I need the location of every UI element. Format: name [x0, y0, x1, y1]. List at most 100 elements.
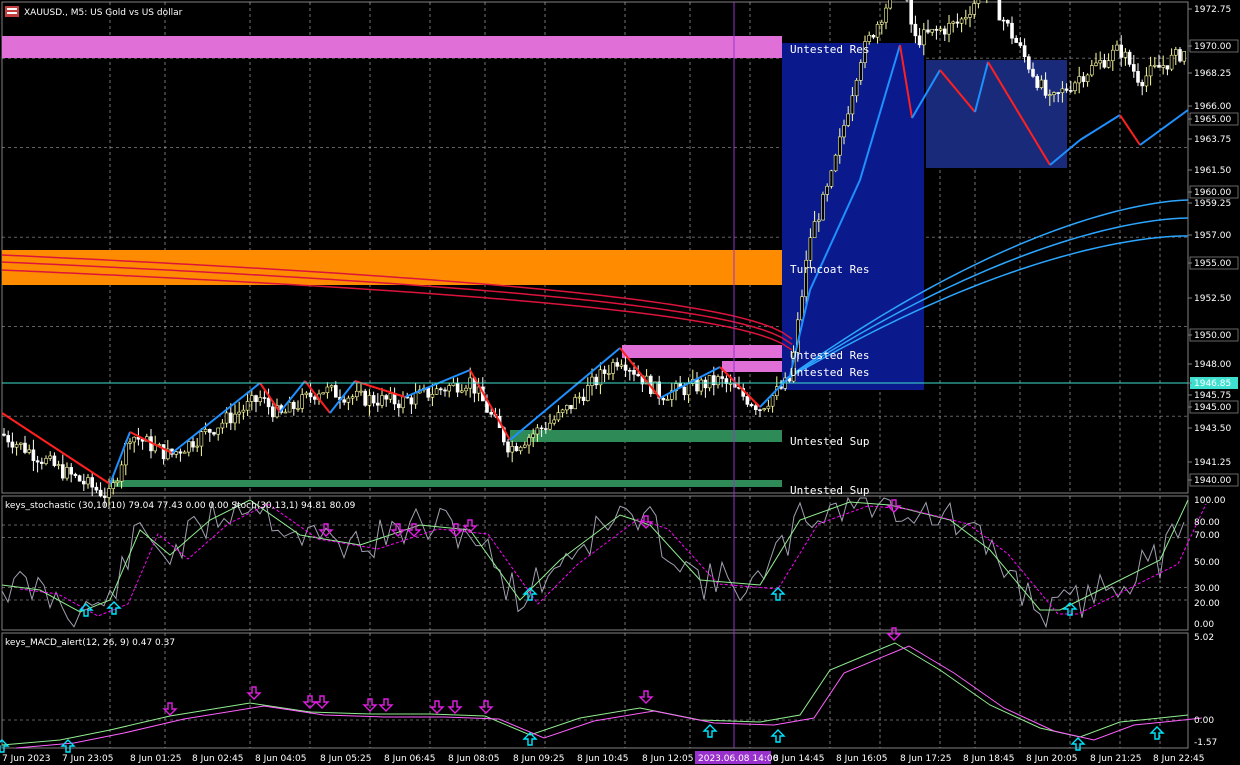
price-axis-label: 1957.00: [1194, 231, 1231, 241]
candle-body: [90, 477, 94, 488]
candle-body: [199, 431, 204, 447]
candle-body: [237, 411, 241, 415]
candle-body: [216, 427, 220, 435]
candle-body: [581, 396, 586, 401]
candle-body: [955, 21, 960, 24]
candle-body: [35, 460, 40, 463]
candle-body: [31, 449, 36, 461]
candle-body: [1090, 65, 1094, 76]
price-axis-label: 1966.00: [1194, 102, 1231, 112]
zigzag-segment: [759, 375, 791, 408]
candle-body: [921, 29, 926, 46]
candle-body: [1144, 75, 1149, 87]
candle-body: [963, 17, 968, 20]
candle-body: [325, 386, 330, 394]
sr-zone: [622, 345, 782, 358]
candle-body: [707, 375, 712, 389]
arrow-down-icon: [447, 700, 463, 714]
candle-body: [1161, 65, 1165, 68]
candle-body: [371, 395, 376, 404]
candle-body: [359, 390, 363, 393]
zigzag-segment: [304, 380, 331, 414]
zone-label: Turncoat Res: [790, 263, 869, 276]
time-axis-label: 8 Jun 10:45: [577, 754, 628, 764]
candle-body: [182, 451, 187, 454]
candle-body: [934, 28, 939, 31]
macd-lines: [1, 642, 1203, 749]
candle-body: [938, 28, 943, 31]
candle-body: [392, 393, 397, 405]
arrow-down-icon: [638, 690, 654, 704]
macd-axis-label: -1.57: [1194, 738, 1217, 748]
time-axis-label: 8 Jun 05:25: [320, 754, 371, 764]
candle-body: [1077, 76, 1081, 84]
candle-body: [917, 35, 922, 46]
candle-body: [258, 397, 263, 403]
candle-body: [665, 399, 670, 401]
candle-body: [195, 445, 199, 448]
candle-body: [321, 392, 326, 395]
price-axis-label: 1941.25: [1194, 458, 1231, 468]
candle-body: [766, 405, 771, 409]
candle-body: [997, 0, 1002, 21]
candle-body: [396, 403, 401, 409]
candle-body: [518, 446, 523, 452]
candle-body: [825, 186, 830, 195]
price-axis[interactable]: 1972.75 1970.00 1968.25 1966.00 1965.00 1963.…: [1188, 5, 1239, 748]
arrow-up-icon: [770, 587, 786, 601]
zone-label: Untested Sup: [790, 484, 869, 497]
candle-body: [1106, 60, 1111, 68]
macd-axis-label: 0.00: [1194, 716, 1214, 726]
candle-body: [926, 29, 930, 33]
candle-body: [111, 482, 115, 489]
candle-body: [266, 397, 271, 408]
candle-body: [837, 136, 842, 156]
candle-body: [867, 35, 872, 42]
candle-body: [1098, 60, 1102, 64]
candle-body: [1014, 37, 1019, 43]
candle-body: [548, 422, 552, 430]
candle-body: [560, 409, 565, 413]
candle-body: [300, 394, 305, 409]
stoch-axis-label: 20.00: [1194, 599, 1220, 609]
candle-body: [82, 480, 86, 485]
arrow-up-icon: [702, 724, 718, 738]
candle-body: [716, 376, 720, 386]
candle-body: [375, 402, 380, 406]
candle-body: [1052, 92, 1056, 95]
stoch-fast-line: [1, 496, 1185, 629]
chart-canvas[interactable]: Untested Res Turncoat Res Untested Res Unte…: [0, 0, 1240, 765]
stoch-axis-label: 80.00: [1194, 518, 1220, 528]
candle-body: [686, 383, 691, 396]
candle-body: [363, 390, 368, 406]
candle-body: [107, 488, 111, 498]
candle-body: [304, 392, 309, 395]
candle-body: [350, 396, 355, 399]
time-axis-label: 8 Jun 21:25: [1090, 754, 1141, 764]
time-axis-label: 7 Jun 23:05: [62, 754, 113, 764]
candle-body: [959, 18, 964, 24]
zone-label: Untested Sup: [790, 435, 869, 448]
sr-zone: [722, 361, 782, 372]
window-title[interactable]: XAUUSD., M5: US Gold vs US dollar: [5, 6, 183, 18]
chart-type-icon[interactable]: [5, 6, 19, 17]
candle-body: [682, 386, 687, 396]
candle-body: [14, 444, 19, 448]
time-axis-label: 8 Jun 14:45: [773, 754, 824, 764]
candle-body: [367, 395, 372, 406]
candle-body: [1127, 51, 1132, 65]
candle-body: [1048, 94, 1052, 96]
price-axis-label: 1961.50: [1194, 166, 1231, 176]
candle-body: [44, 458, 48, 464]
candle-body: [48, 455, 53, 459]
candle-body: [224, 412, 229, 424]
stoch-axis-label: 100.00: [1194, 496, 1226, 506]
candle-body: [829, 170, 834, 187]
stoch-axis-label: 30.00: [1194, 584, 1220, 594]
candle-body: [1064, 88, 1069, 91]
time-axis-label: 8 Jun 17:25: [900, 754, 951, 764]
candle-body: [388, 393, 393, 400]
candle-body: [871, 35, 876, 38]
time-axis[interactable]: 7 Jun 2023 7 Jun 23:05 8 Jun 01:25 8 Jun 02…: [2, 751, 1204, 764]
candle-body: [342, 399, 347, 403]
